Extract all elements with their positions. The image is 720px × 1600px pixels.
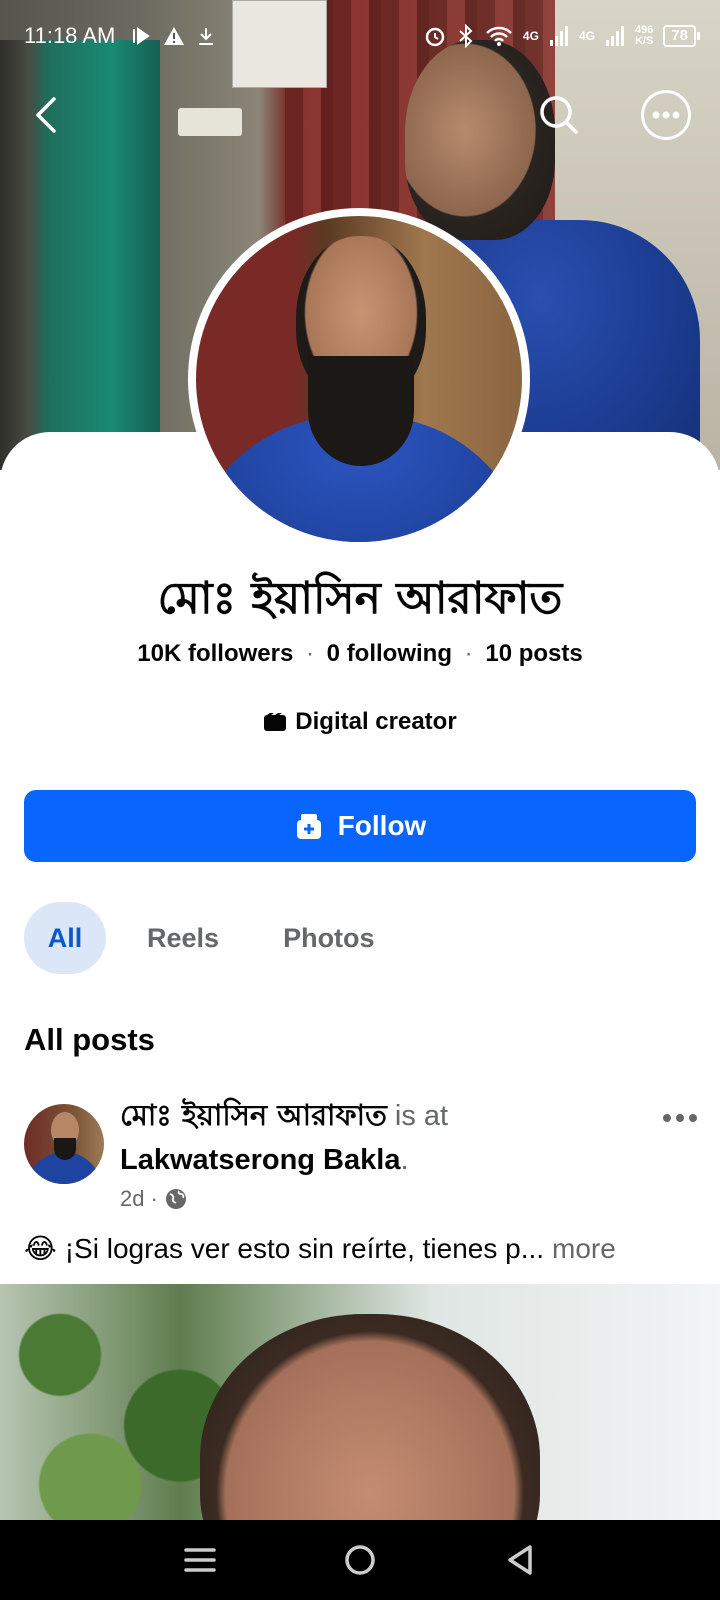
download-icon xyxy=(199,28,214,45)
search-icon xyxy=(540,96,578,134)
post-period: . xyxy=(400,1144,409,1176)
post-text-body: ¡Si logras ver esto sin reírte, tienes p… xyxy=(64,1232,545,1264)
post-author-name[interactable]: মোঃ ইয়াসিন আরাফাত xyxy=(120,1098,387,1132)
post-more-dot xyxy=(689,1114,697,1122)
globe-icon xyxy=(165,1189,186,1209)
following-count[interactable]: 0 following xyxy=(327,640,452,667)
recent-apps-icon[interactable] xyxy=(183,1545,217,1575)
network-label-2: 4G xyxy=(578,29,595,43)
media-icon xyxy=(133,27,151,45)
tab-reels[interactable]: Reels xyxy=(147,902,219,974)
clapperboard-icon xyxy=(264,713,287,731)
profile-picture-image xyxy=(196,216,522,542)
stats-separator: · xyxy=(464,640,473,667)
tab-photos[interactable]: Photos xyxy=(283,902,375,974)
more-options-button[interactable] xyxy=(641,90,691,140)
status-time: 11:18 AM xyxy=(24,23,116,48)
battery-indicator: 78 xyxy=(663,25,700,47)
wifi-icon xyxy=(486,26,512,46)
bluetooth-icon xyxy=(459,24,473,48)
stats-separator: · xyxy=(306,640,314,667)
profile-stats: 10K followers · 0 following · 10 posts xyxy=(0,640,720,668)
profile-name: মোঃ ইয়াসিন আরাফাত xyxy=(157,573,563,624)
content-tabs: All Reels Photos xyxy=(24,902,375,974)
system-navigation-bar xyxy=(0,1520,720,1600)
back-button[interactable] xyxy=(22,90,72,140)
profile-picture[interactable] xyxy=(188,208,530,550)
more-options-icon xyxy=(652,111,680,119)
laughing-emoji-icon: 😂 xyxy=(24,1233,57,1264)
post-image[interactable] xyxy=(0,1284,720,1520)
post-author-avatar[interactable] xyxy=(24,1104,104,1184)
post-meta-separator: · xyxy=(150,1186,158,1211)
followers-count[interactable]: 10K followers xyxy=(137,640,293,667)
system-back-icon[interactable] xyxy=(503,1543,537,1577)
signal-icon-2 xyxy=(605,26,624,46)
net-speed: 496 K/S xyxy=(635,25,653,47)
post-is-at: is at xyxy=(394,1100,449,1132)
network-label-1: 4G xyxy=(522,29,539,43)
avatar-beard xyxy=(308,356,414,466)
net-speed-unit: K/S xyxy=(634,35,654,47)
post-more-dot xyxy=(663,1114,671,1122)
cover-switchboard xyxy=(178,108,242,136)
posts-count: 10 posts xyxy=(485,640,583,667)
back-arrow-icon xyxy=(36,97,56,133)
follow-user-icon xyxy=(296,814,321,839)
post-text[interactable]: 😂 ¡Si logras ver esto sin reírte, tienes… xyxy=(24,1232,704,1265)
alarm-icon xyxy=(425,27,445,47)
follow-button[interactable]: Follow xyxy=(24,790,696,862)
post-avatar-beard xyxy=(54,1138,76,1160)
status-system-icons: 4G 4G 496 K/S 78 xyxy=(423,24,700,48)
post-see-more-link[interactable]: more xyxy=(552,1233,616,1265)
follow-label: Follow xyxy=(337,810,427,841)
profile-category: Digital creator xyxy=(0,708,720,736)
status-notification-icons xyxy=(131,25,217,47)
post-location[interactable]: Lakwatserong Bakla xyxy=(120,1144,400,1176)
post-more-options-button[interactable] xyxy=(660,1103,700,1133)
section-title: All posts xyxy=(24,1022,155,1057)
post-more-dot xyxy=(676,1114,684,1122)
category-label: Digital creator xyxy=(295,708,457,735)
warning-icon xyxy=(164,27,185,45)
post-meta: 2d · xyxy=(120,1186,188,1212)
tab-all[interactable]: All xyxy=(24,902,106,974)
signal-icon xyxy=(549,26,568,46)
home-icon[interactable] xyxy=(343,1543,377,1577)
search-button[interactable] xyxy=(534,90,584,140)
post-time[interactable]: 2d xyxy=(120,1186,144,1212)
post-header: মোঃ ইয়াসিন আরাফাত is at Lakwatserong Ba… xyxy=(120,1093,640,1182)
status-bar: 11:18 AM 4G 4G 496 K/S 78 xyxy=(0,0,720,72)
